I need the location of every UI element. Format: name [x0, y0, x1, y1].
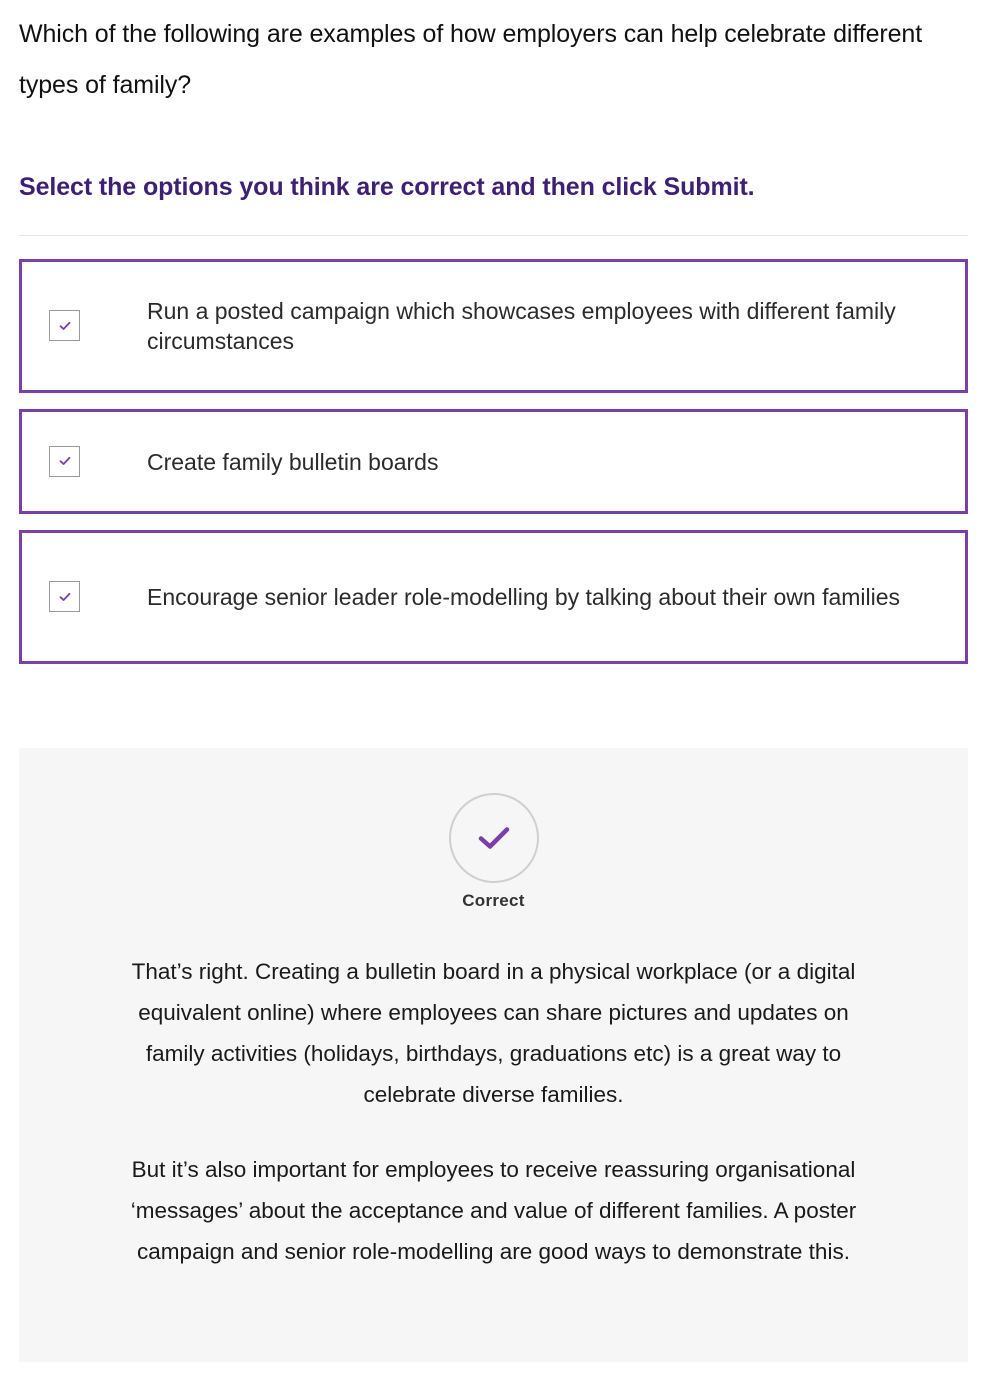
check-icon — [59, 456, 70, 465]
option-3-checkbox[interactable] — [49, 581, 80, 612]
feedback-panel: Correct That’s right. Creating a bulleti… — [19, 748, 968, 1362]
option-1[interactable]: Run a posted campaign which showcases em… — [19, 259, 968, 393]
feedback-paragraph-2: But it’s also important for employees to… — [130, 1157, 857, 1264]
option-2[interactable]: Create family bulletin boards — [19, 409, 968, 514]
instruction-text: Select the options you think are correct… — [19, 173, 755, 201]
question-text: Which of the following are examples of h… — [19, 20, 923, 99]
divider — [19, 235, 968, 236]
option-1-checkbox[interactable] — [49, 310, 80, 341]
check-icon — [59, 592, 70, 601]
question-block: Which of the following are examples of h… — [19, 0, 968, 680]
option-1-label: Run a posted campaign which showcases em… — [147, 298, 896, 354]
option-2-checkbox[interactable] — [49, 445, 80, 477]
check-icon — [59, 321, 70, 330]
options-list: Run a posted campaign which showcases em… — [19, 259, 968, 664]
check-circle-icon — [449, 793, 539, 883]
option-3[interactable]: Encourage senior leader role-modelling b… — [19, 530, 968, 664]
feedback-status: Correct — [462, 891, 525, 910]
option-2-label: Create family bulletin boards — [147, 448, 439, 475]
check-icon — [478, 827, 510, 849]
option-3-label: Encourage senior leader role-modelling b… — [147, 584, 901, 610]
feedback-paragraph-1: That’s right. Creating a bulletin board … — [131, 959, 856, 1107]
